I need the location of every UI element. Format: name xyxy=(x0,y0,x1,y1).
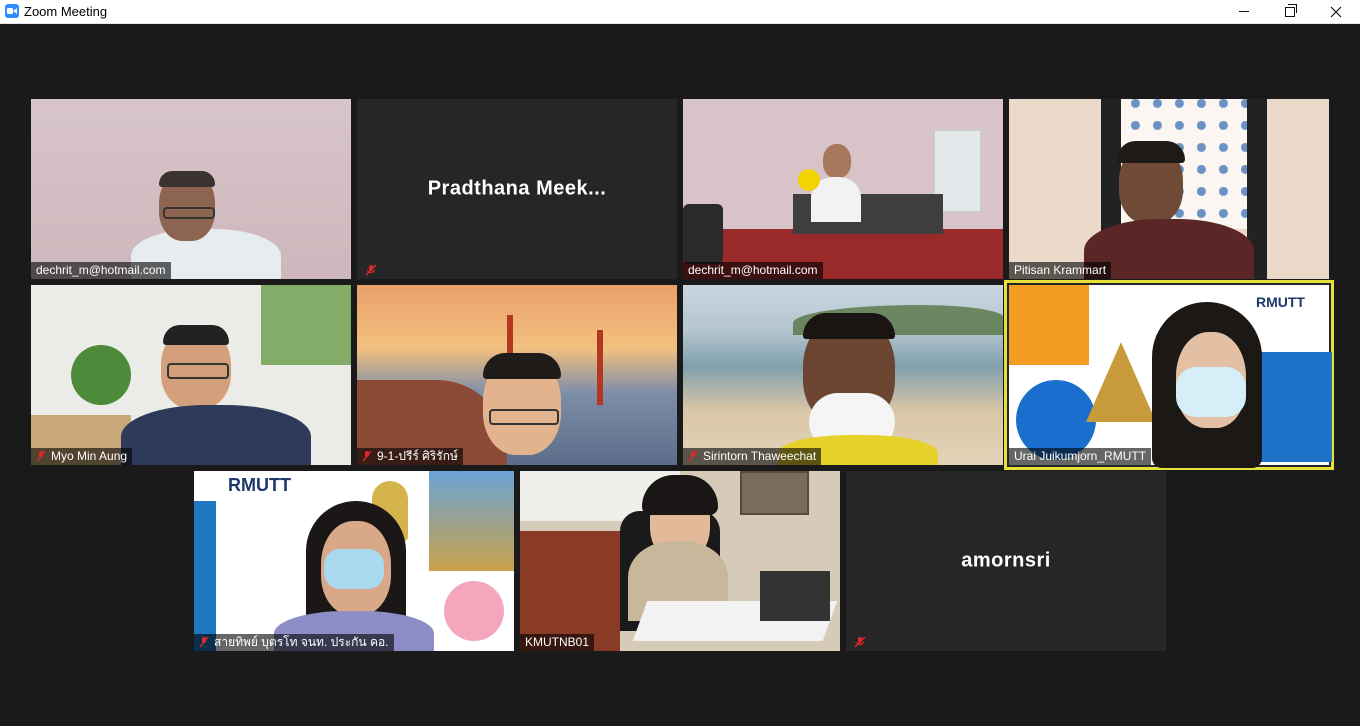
title-bar: Zoom Meeting xyxy=(0,0,1360,24)
video-tile[interactable]: dechrit_m@hotmail.com xyxy=(31,99,351,279)
participant-name: Myo Min Aung xyxy=(31,448,133,465)
participant-name-text: 9-1-ปรีร์ ศิริรักษ์ xyxy=(377,449,458,463)
video-tile[interactable]: dechrit_m@hotmail.com xyxy=(683,99,1003,279)
video-tile[interactable]: Myo Min Aung xyxy=(31,285,351,465)
video-tile[interactable]: Sirintorn Thaweechat xyxy=(683,285,1003,465)
restore-button[interactable] xyxy=(1267,0,1313,23)
participant-name-text: Myo Min Aung xyxy=(51,449,128,463)
mic-muted-icon xyxy=(688,450,698,462)
participant-name: Pitisan Krammart xyxy=(1009,262,1112,279)
participant-name-center: Pradthana Meek... xyxy=(427,177,607,200)
mic-muted-icon xyxy=(854,636,866,648)
close-icon xyxy=(1330,6,1342,17)
mic-muted-icon xyxy=(365,264,377,276)
active-speaker-tile[interactable]: RMUTT Urai Juikumjorn_RMUTT xyxy=(1004,280,1334,470)
video-tile[interactable]: Pitisan Krammart xyxy=(1009,99,1329,279)
participant-name: Urai Juikumjorn_RMUTT xyxy=(1009,448,1152,465)
participant-name: KMUTNB01 xyxy=(520,634,595,651)
video-tile[interactable]: 9-1-ปรีร์ ศิริรักษ์ xyxy=(357,285,677,465)
participant-name: dechrit_m@hotmail.com xyxy=(31,262,171,279)
mic-muted-icon xyxy=(199,636,209,648)
minimize-button[interactable] xyxy=(1221,0,1267,23)
participant-name-text: Sirintorn Thaweechat xyxy=(703,449,817,463)
participant-name-center: amornsri xyxy=(961,549,1051,572)
zoom-camera-icon xyxy=(5,4,19,18)
video-tile[interactable]: RMUTT สายทิพย์ บุตรโท จนท. ประกัน คอ. xyxy=(194,471,514,651)
participant-name: สายทิพย์ บุตรโท จนท. ประกัน คอ. xyxy=(194,634,394,651)
minimize-icon xyxy=(1239,11,1249,12)
participant-name: 9-1-ปรีร์ ศิริรักษ์ xyxy=(357,448,463,465)
window-title: Zoom Meeting xyxy=(24,4,108,19)
mic-muted-icon xyxy=(36,450,46,462)
close-button[interactable] xyxy=(1313,0,1359,23)
video-tile[interactable]: KMUTNB01 xyxy=(520,471,840,651)
participant-name: dechrit_m@hotmail.com xyxy=(683,262,823,279)
participant-name: Sirintorn Thaweechat xyxy=(683,448,822,465)
participant-name-text: สายทิพย์ บุตรโท จนท. ประกัน คอ. xyxy=(214,635,389,649)
mic-muted-icon xyxy=(362,450,372,462)
video-tile[interactable]: amornsri xyxy=(846,471,1166,651)
video-tile[interactable]: Pradthana Meek... xyxy=(357,99,677,279)
restore-icon xyxy=(1285,3,1297,17)
